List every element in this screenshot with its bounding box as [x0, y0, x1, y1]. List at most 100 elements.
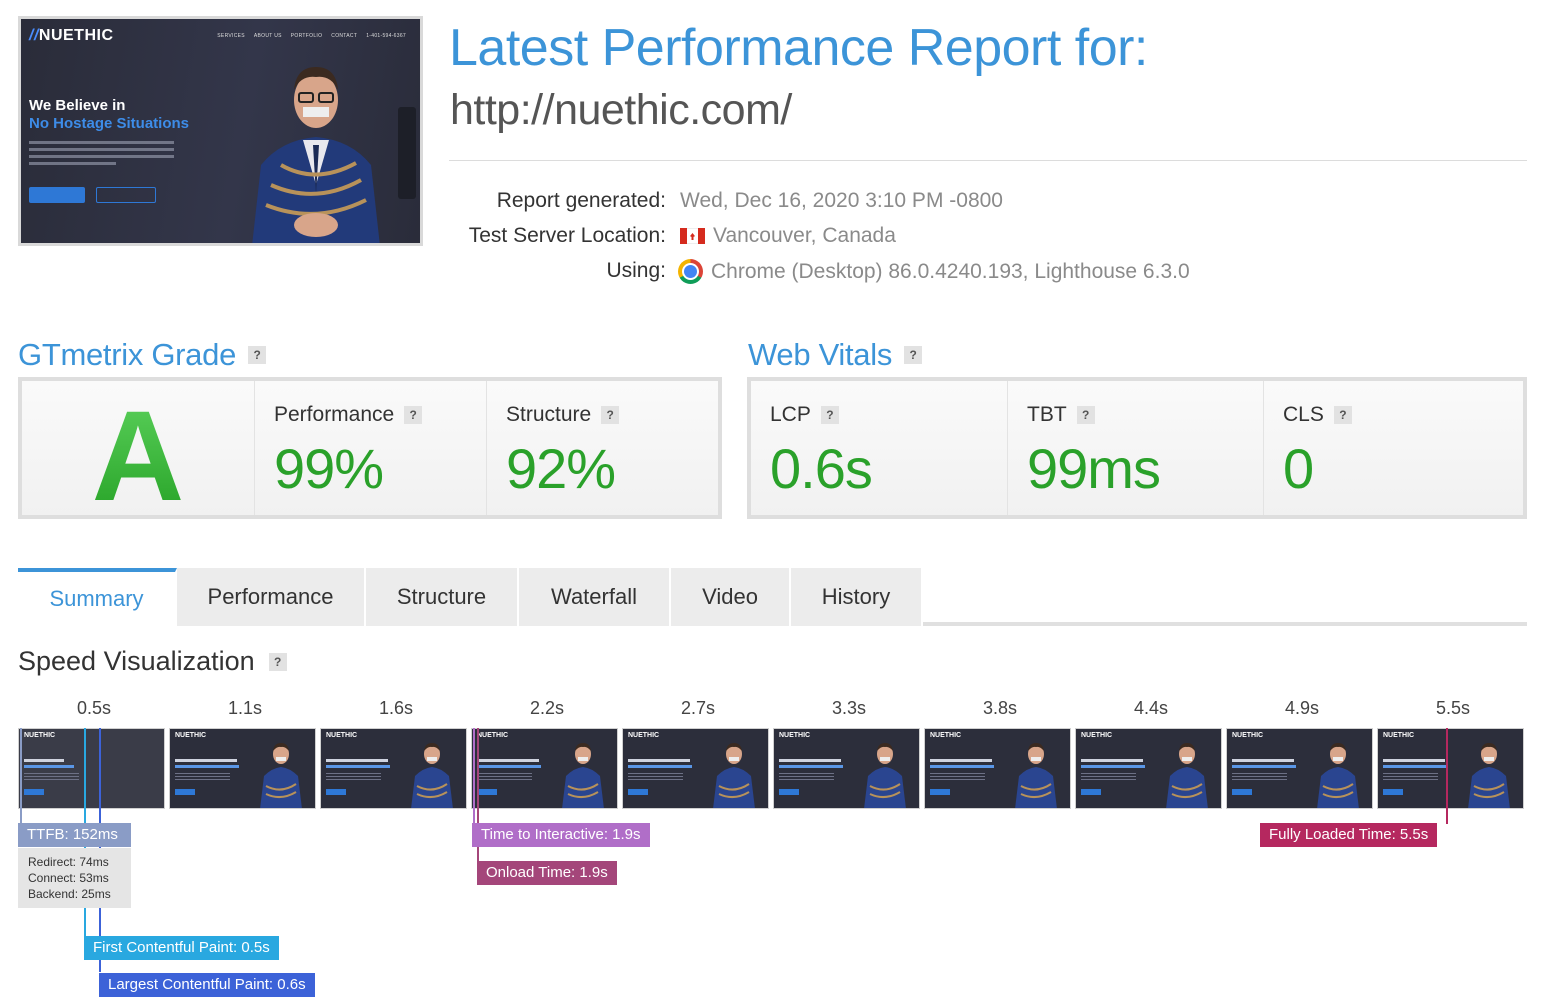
frame-logo: NUETHIC [930, 732, 962, 739]
redirect-time: Redirect: 74ms [28, 855, 109, 869]
thumbnail-nav-item: PORTFOLIO [290, 33, 323, 39]
structure-score-cell: Structure? 92% [487, 381, 718, 515]
structure-score: 92% [506, 437, 616, 500]
thumbnail-nav: SERVICES ABOUT US PORTFOLIO CONTACT 1-40… [217, 33, 406, 39]
canada-flag-icon [680, 228, 705, 244]
chrome-icon [678, 259, 703, 284]
report-tabs: Summary Performance Structure Waterfall … [18, 568, 923, 626]
cls-label: CLS [1283, 403, 1324, 426]
server-location-value: Vancouver, Canada [713, 224, 896, 247]
lcp-cell: LCP? 0.6s [751, 381, 1008, 515]
filmstrip-frame[interactable]: NUETHIC [773, 728, 920, 809]
frame-logo: NUETHIC [175, 732, 207, 739]
performance-score: 99% [274, 437, 384, 500]
help-icon[interactable]: ? [601, 406, 620, 424]
structure-label: Structure [506, 403, 592, 426]
ttfb-label: TTFB: 152ms [18, 823, 131, 847]
tab-performance[interactable]: Performance [177, 568, 366, 626]
filmstrip-frame[interactable]: NUETHIC [924, 728, 1071, 809]
connect-time: Connect: 53ms [28, 871, 109, 885]
thumbnail-nav-item: 1-401-594-6367 [366, 33, 406, 39]
filmstrip-frame[interactable]: NUETHIC [471, 728, 618, 809]
help-icon[interactable]: ? [820, 406, 839, 424]
frame-logo: NUETHIC [1081, 732, 1113, 739]
frame-logo: NUETHIC [326, 732, 358, 739]
onload-label: Onload Time: 1.9s [477, 861, 617, 885]
help-icon[interactable]: ? [1333, 406, 1352, 424]
frame-logo: NUETHIC [24, 732, 56, 739]
performance-score-cell: Performance? 99% [255, 381, 487, 515]
overall-grade: A [22, 383, 254, 530]
tbt-cell: TBT? 99ms [1008, 381, 1264, 515]
tab-history[interactable]: History [791, 568, 923, 626]
tab-structure[interactable]: Structure [366, 568, 519, 626]
report-generated-value: Wed, Dec 16, 2020 3:10 PM -0800 [680, 189, 1003, 212]
thumbnail-nav-item: ABOUT US [253, 33, 282, 39]
timeline-tick: 2.2s [529, 698, 565, 718]
report-generated-label: Report generated: [496, 189, 666, 212]
frame-logo: NUETHIC [1383, 732, 1415, 739]
filmstrip-frame[interactable]: NUETHIC [1377, 728, 1524, 809]
using-value: Chrome (Desktop) 86.0.4240.193, Lighthou… [711, 259, 1190, 283]
header-divider [449, 160, 1527, 161]
fcp-label: First Contentful Paint: 0.5s [84, 936, 279, 960]
timeline-tick: 3.8s [982, 698, 1018, 718]
tbt-label: TBT [1027, 403, 1067, 426]
thumbnail-headline: We Believe in No Hostage Situations [29, 97, 190, 132]
lcp-value: 0.6s [770, 437, 873, 500]
filmstrip-frame[interactable]: NUETHIC [169, 728, 316, 809]
gtmetrix-grade-panel: A Performance? 99% Structure? 92% [18, 377, 722, 528]
lcp-label: Largest Contentful Paint: 0.6s [99, 973, 315, 997]
help-icon[interactable]: ? [904, 346, 923, 364]
tti-label: Time to Interactive: 1.9s [472, 823, 650, 847]
help-icon[interactable]: ? [268, 652, 287, 671]
businessman-photo [252, 67, 380, 243]
timeline-tick: 2.7s [680, 698, 716, 718]
using-label: Using: [606, 259, 666, 282]
ttfb-marker [20, 728, 22, 824]
site-screenshot-thumbnail: //NUETHIC SERVICES ABOUT US PORTFOLIO CO… [18, 16, 423, 246]
tab-video[interactable]: Video [671, 568, 791, 626]
filmstrip-frame[interactable]: NUETHIC [320, 728, 467, 809]
server-location-label: Test Server Location: [468, 224, 666, 247]
speed-visualization-title: Speed Visualization ? [18, 646, 287, 677]
ttfb-breakdown: Redirect: 74ms Connect: 53ms Backend: 25… [18, 848, 131, 908]
thumbnail-cta-button [29, 187, 85, 203]
frame-logo: NUETHIC [779, 732, 811, 739]
fully-loaded-label: Fully Loaded Time: 5.5s [1260, 823, 1438, 847]
cls-value: 0 [1283, 437, 1314, 500]
overall-grade-cell: A [22, 381, 255, 528]
help-icon[interactable]: ? [248, 346, 267, 364]
thumbnail-nav-item: SERVICES [217, 33, 245, 39]
thumbnail-nav-item: CONTACT [331, 33, 358, 39]
frame-logo: NUETHIC [477, 732, 509, 739]
thumbnail-logo: //NUETHIC [29, 27, 114, 44]
timeline-tick: 4.4s [1133, 698, 1169, 718]
performance-label: Performance [274, 403, 395, 426]
fully-loaded-marker [1446, 728, 1448, 824]
tbt-value: 99ms [1027, 437, 1161, 500]
timeline-tick: 4.9s [1284, 698, 1320, 718]
frame-logo: NUETHIC [628, 732, 660, 739]
cls-cell: CLS? 0 [1264, 381, 1523, 515]
timeline-tick: 3.3s [831, 698, 867, 718]
thumbnail-body-text [29, 141, 174, 169]
help-icon[interactable]: ? [1076, 406, 1095, 424]
help-icon[interactable]: ? [404, 406, 423, 424]
lcp-label: LCP [770, 403, 811, 426]
timeline-tick: 5.5s [1435, 698, 1471, 718]
filmstrip-frame[interactable]: NUETHIC [1075, 728, 1222, 809]
timeline-tick: 1.1s [227, 698, 263, 718]
timeline-tick: 1.6s [378, 698, 414, 718]
page-title: Latest Performance Report for: [449, 19, 1148, 77]
tab-summary[interactable]: Summary [18, 568, 177, 626]
frame-logo: NUETHIC [1232, 732, 1264, 739]
tab-waterfall[interactable]: Waterfall [519, 568, 671, 626]
filmstrip-frame[interactable]: NUETHIC [1226, 728, 1373, 809]
filmstrip-frame[interactable]: NUETHIC [622, 728, 769, 809]
report-url[interactable]: http://nuethic.com/ [450, 86, 792, 135]
gtmetrix-grade-title: GTmetrix Grade ? [18, 337, 267, 373]
web-vitals-title: Web Vitals ? [748, 337, 923, 373]
filmstrip-frame[interactable]: NUETHIC [18, 728, 165, 809]
tti-marker [473, 728, 475, 824]
